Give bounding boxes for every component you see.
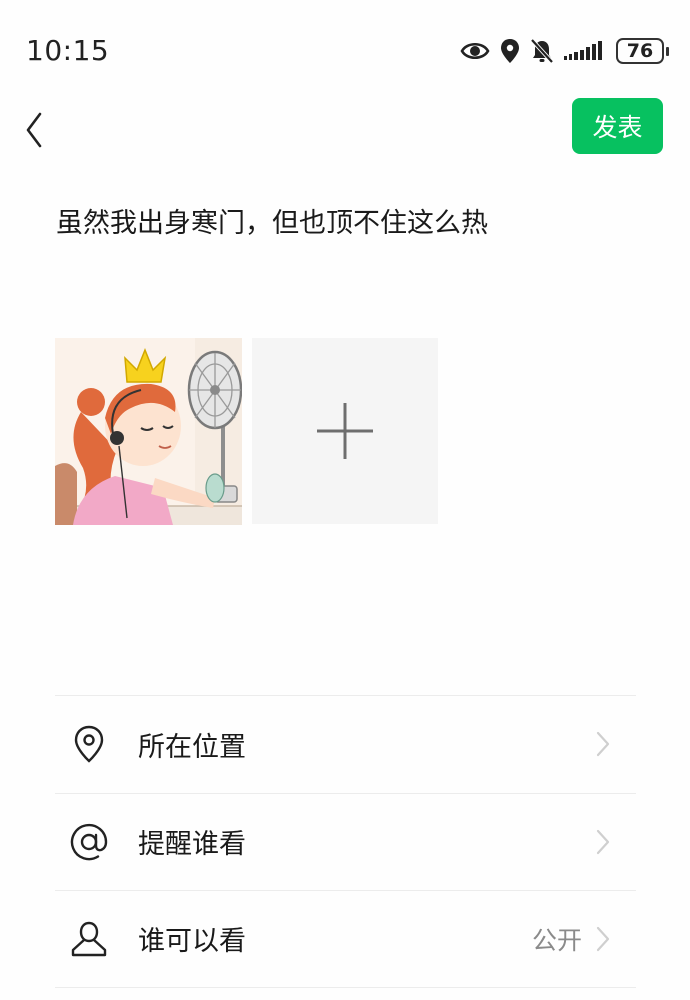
signal-icon — [564, 40, 606, 62]
menu-row-location[interactable]: 所在位置 — [55, 695, 636, 793]
location-icon — [500, 38, 520, 64]
chevron-right-icon — [596, 829, 610, 854]
post-text-input[interactable]: 虽然我出身寒门，但也顶不住这么热 — [56, 204, 646, 244]
menu-row-mention[interactable]: 提醒谁看 — [55, 792, 636, 891]
menu-label-visibility: 谁可以看 — [138, 926, 246, 958]
battery-icon: 76 — [616, 38, 669, 64]
publish-button[interactable]: 发表 — [572, 98, 663, 154]
back-button[interactable] — [18, 102, 58, 150]
status-bar: 10:15 76 — [0, 0, 690, 100]
add-photo-button[interactable] — [252, 338, 438, 524]
chevron-left-icon — [26, 112, 42, 148]
menu-row-visibility[interactable]: 谁可以看 公开 — [55, 890, 636, 988]
at-sign-icon — [69, 822, 109, 862]
chevron-right-icon — [596, 926, 610, 951]
cartoon-girl-fan-image — [55, 338, 242, 525]
status-icons: 76 — [460, 36, 669, 66]
nav-bar: 发表 — [0, 96, 690, 156]
person-icon — [69, 919, 109, 959]
options-list: 所在位置 提醒谁看 谁可以看 公开 — [55, 695, 636, 988]
menu-value-visibility: 公开 — [531, 925, 582, 955]
photo-thumbnail[interactable] — [55, 338, 242, 525]
menu-label-mention: 提醒谁看 — [138, 829, 246, 861]
chevron-right-icon — [596, 732, 610, 757]
bell-muted-icon — [530, 38, 554, 64]
location-pin-icon — [69, 724, 109, 764]
menu-label-location: 所在位置 — [138, 731, 246, 763]
status-time: 10:15 — [26, 34, 110, 67]
battery-level: 76 — [626, 40, 654, 62]
plus-icon — [317, 403, 373, 459]
eye-icon — [460, 40, 490, 62]
